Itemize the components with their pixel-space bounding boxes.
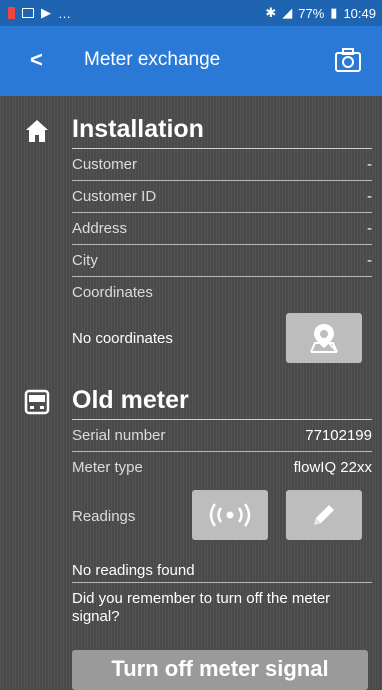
customer-row: Customer - xyxy=(72,156,372,173)
old-meter-header: Old meter xyxy=(0,383,382,423)
meter-type-label: Meter type xyxy=(72,459,143,476)
pencil-icon xyxy=(314,505,334,525)
reminder-row: Did you remember to turn off the meter s… xyxy=(72,590,372,626)
clock: 10:49 xyxy=(343,5,376,21)
status-left-text: … xyxy=(58,5,71,21)
city-label: City xyxy=(72,252,98,269)
divider xyxy=(72,582,372,583)
customer-label: Customer xyxy=(72,156,138,173)
back-button[interactable]: < xyxy=(30,46,43,74)
meter-type-row: Meter type flowIQ 22xx xyxy=(72,459,372,476)
app-bar: < Meter exchange xyxy=(0,26,382,96)
coordinates-label: Coordinates xyxy=(72,284,153,301)
image-icon xyxy=(22,8,34,18)
customer-id-value: - xyxy=(367,188,372,205)
customer-id-label: Customer ID xyxy=(72,188,157,205)
status-bar: ▶ … ✱ ◢ 77% ▮ 10:49 xyxy=(0,0,382,26)
address-row: Address - xyxy=(72,220,372,237)
installation-header: Installation xyxy=(0,112,382,152)
home-icon xyxy=(26,120,48,142)
meter-icon xyxy=(24,389,50,415)
no-readings-text: No readings found xyxy=(72,562,195,579)
battery-text: 77% xyxy=(298,5,325,21)
map-button[interactable] xyxy=(286,313,362,363)
serial-number-label: Serial number xyxy=(72,427,166,444)
battery-icon: ▮ xyxy=(330,5,338,20)
divider xyxy=(72,451,372,452)
installation-title: Installation xyxy=(72,115,204,143)
read-meter-button[interactable] xyxy=(192,490,268,540)
divider xyxy=(72,276,372,277)
divider xyxy=(72,180,372,181)
map-pin-icon xyxy=(310,324,338,353)
edit-reading-button[interactable] xyxy=(286,490,362,540)
meter-type-value: flowIQ 22xx xyxy=(293,459,372,476)
serial-number-value: 77102199 xyxy=(305,427,372,444)
turn-off-signal-button[interactable]: Turn off meter signal xyxy=(72,650,368,690)
notification-icon xyxy=(8,7,15,19)
old-meter-divider xyxy=(72,419,372,420)
signal-icon: ◢ xyxy=(282,5,293,20)
serial-number-row: Serial number 77102199 xyxy=(72,427,372,444)
no-coordinates-text: No coordinates xyxy=(72,330,173,347)
camera-icon[interactable] xyxy=(334,46,362,74)
bluetooth-icon: ✱ xyxy=(265,5,277,20)
divider xyxy=(72,244,372,245)
coordinates-row: Coordinates xyxy=(72,284,372,301)
reminder-text: Did you remember to turn off the meter s… xyxy=(72,590,331,625)
no-readings-row: No readings found xyxy=(72,562,372,579)
customer-value: - xyxy=(367,156,372,173)
divider xyxy=(72,212,372,213)
readings-label: Readings xyxy=(72,508,136,525)
address-label: Address xyxy=(72,220,128,237)
installation-divider xyxy=(72,148,372,149)
city-row: City - xyxy=(72,252,372,269)
wireless-read-icon xyxy=(209,503,251,527)
customer-id-row: Customer ID - xyxy=(72,188,372,205)
city-value: - xyxy=(367,252,372,269)
address-value: - xyxy=(367,220,372,237)
play-icon: ▶ xyxy=(41,5,51,20)
old-meter-title: Old meter xyxy=(72,386,189,414)
page-title: Meter exchange xyxy=(84,49,221,70)
